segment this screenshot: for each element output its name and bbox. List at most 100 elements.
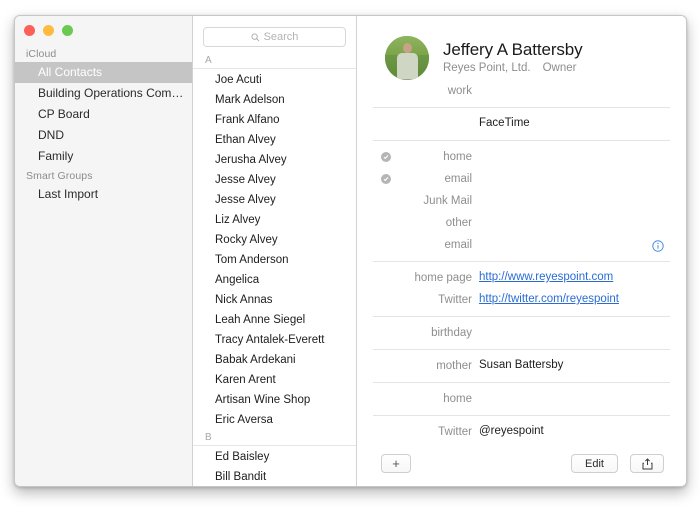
field-row[interactable]: home xyxy=(357,146,686,168)
field-group: FaceTime xyxy=(357,113,686,135)
sidebar: iCloud All Contacts Building Operations Co… xyxy=(15,16,193,486)
field-row[interactable]: Twitter @reyespoint xyxy=(357,421,686,443)
field-row[interactable]: email xyxy=(357,168,686,190)
field-row[interactable]: email xyxy=(357,234,686,256)
field-label: home xyxy=(443,151,472,163)
field-row[interactable]: home page http://www.reyespoint.com xyxy=(357,267,686,289)
list-item[interactable]: Babak Ardekani xyxy=(193,350,356,370)
field-label: Twitter xyxy=(438,426,472,438)
search-input[interactable]: Search xyxy=(203,27,346,47)
share-icon xyxy=(642,457,652,469)
contact-list[interactable]: A Joe Acuti Mark Adelson Frank Alfano Ethan … xyxy=(193,53,356,486)
close-window-button[interactable] xyxy=(24,25,35,36)
list-item[interactable]: Angelica xyxy=(193,270,356,290)
contact-subtitle: Reyes Point, Ltd. Owner xyxy=(443,62,583,74)
avatar-photo-body xyxy=(396,52,418,79)
field-value: @reyespoint xyxy=(479,425,544,437)
field-label: work xyxy=(447,85,472,97)
list-item[interactable]: Rocky Alvey xyxy=(193,230,356,250)
field-value xyxy=(479,150,686,164)
field-group: home email Junk Mail other email xyxy=(357,146,686,256)
detail-toolbar: + Edit xyxy=(357,446,686,486)
add-contact-button[interactable]: + xyxy=(381,454,411,473)
sidebar-item-cp-board[interactable]: CP Board xyxy=(15,104,192,125)
field-label: birthday xyxy=(431,327,472,339)
field-row[interactable]: home xyxy=(357,388,686,410)
info-icon[interactable] xyxy=(652,239,664,252)
field-group: home xyxy=(357,388,686,410)
field-value xyxy=(479,392,686,406)
field-label: mother xyxy=(436,360,472,372)
field-separator xyxy=(373,316,670,317)
sidebar-item-family[interactable]: Family xyxy=(15,146,192,167)
sidebar-section-header: Smart Groups xyxy=(26,170,93,182)
avatar-photo-head xyxy=(402,43,412,54)
field-row[interactable]: Junk Mail xyxy=(357,190,686,212)
list-item[interactable]: Frank Alfano xyxy=(193,110,356,130)
field-value: FaceTime xyxy=(479,117,530,129)
field-row[interactable]: mother Susan Battersby xyxy=(357,355,686,377)
list-item[interactable]: Liz Alvey xyxy=(193,210,356,230)
list-item[interactable]: Artisan Wine Shop xyxy=(193,390,356,410)
field-value xyxy=(479,194,686,208)
field-label: email xyxy=(444,239,472,251)
list-item[interactable]: Ed Baisley xyxy=(193,447,356,467)
field-label: Junk Mail xyxy=(423,195,472,207)
edit-contact-button[interactable]: Edit xyxy=(571,454,618,473)
field-separator xyxy=(373,349,670,350)
field-separator xyxy=(373,261,670,262)
field-separator xyxy=(373,415,670,416)
contact-job-title: Owner xyxy=(542,61,577,74)
list-item[interactable]: Bill Bandit xyxy=(193,467,356,486)
list-item[interactable]: Joe Acuti xyxy=(193,70,356,90)
sidebar-item-all-contacts[interactable]: All Contacts xyxy=(15,62,192,83)
contact-detail-pane: Jeffery A Battersby Reyes Point, Ltd. Own… xyxy=(357,16,686,486)
list-item[interactable]: Jerusha Alvey xyxy=(193,150,356,170)
field-row[interactable]: FaceTime xyxy=(357,113,686,135)
sidebar-item-building-operations-commit[interactable]: Building Operations Commit... xyxy=(15,83,192,104)
sidebar-item-dnd[interactable]: DND xyxy=(15,125,192,146)
list-item[interactable]: Nick Annas xyxy=(193,290,356,310)
list-item[interactable]: Tom Anderson xyxy=(193,250,356,270)
contacts-window: iCloud All Contacts Building Operations Co… xyxy=(14,15,687,487)
field-group: work xyxy=(357,80,686,102)
field-label: Twitter xyxy=(438,294,472,306)
sidebar-item-last-import[interactable]: Last Import xyxy=(15,184,192,205)
field-value: Susan Battersby xyxy=(479,359,564,371)
field-value xyxy=(479,172,686,186)
share-button[interactable] xyxy=(630,454,664,473)
field-separator xyxy=(373,140,670,141)
maximize-window-button[interactable] xyxy=(62,25,73,36)
list-item[interactable]: Karen Arent xyxy=(193,370,356,390)
contact-fields: work FaceTime home email Junk Mail other email… xyxy=(357,80,686,486)
sidebar-section-header: iCloud xyxy=(26,48,57,60)
list-item[interactable]: Eric Aversa xyxy=(193,410,356,430)
sidebar-groups: iCloud All Contacts Building Operations Co… xyxy=(15,16,192,205)
field-value xyxy=(479,326,686,340)
list-section-header: B xyxy=(193,430,356,446)
search-container: Search xyxy=(193,16,356,53)
list-section-header: A xyxy=(193,53,356,69)
field-row[interactable]: other xyxy=(357,212,686,234)
field-row[interactable]: work xyxy=(357,80,686,102)
list-item[interactable]: Mark Adelson xyxy=(193,90,356,110)
list-item[interactable]: Ethan Alvey xyxy=(193,130,356,150)
list-item[interactable]: Jesse Alvey xyxy=(193,190,356,210)
avatar[interactable] xyxy=(385,36,429,80)
field-label: email xyxy=(444,173,472,185)
contact-name: Jeffery A Battersby xyxy=(443,39,583,59)
minimize-window-button[interactable] xyxy=(43,25,54,36)
list-item[interactable]: Leah Anne Siegel xyxy=(193,310,356,330)
field-row[interactable]: birthday xyxy=(357,322,686,344)
contact-list-pane: Search A Joe Acuti Mark Adelson Frank Alfan… xyxy=(193,16,357,486)
field-value xyxy=(479,216,686,230)
verified-badge-icon xyxy=(381,152,391,162)
field-value-link[interactable]: http://twitter.com/reyespoint xyxy=(479,293,686,307)
contact-header: Jeffery A Battersby Reyes Point, Ltd. Own… xyxy=(357,16,686,80)
field-row[interactable]: Twitter http://twitter.com/reyespoint xyxy=(357,289,686,311)
list-item[interactable]: Jesse Alvey xyxy=(193,170,356,190)
field-label: other xyxy=(445,217,472,229)
field-value-link[interactable]: http://www.reyespoint.com xyxy=(479,271,686,285)
list-item[interactable]: Tracy Antalek-Everett xyxy=(193,330,356,350)
contact-identity: Jeffery A Battersby Reyes Point, Ltd. Own… xyxy=(443,39,583,78)
